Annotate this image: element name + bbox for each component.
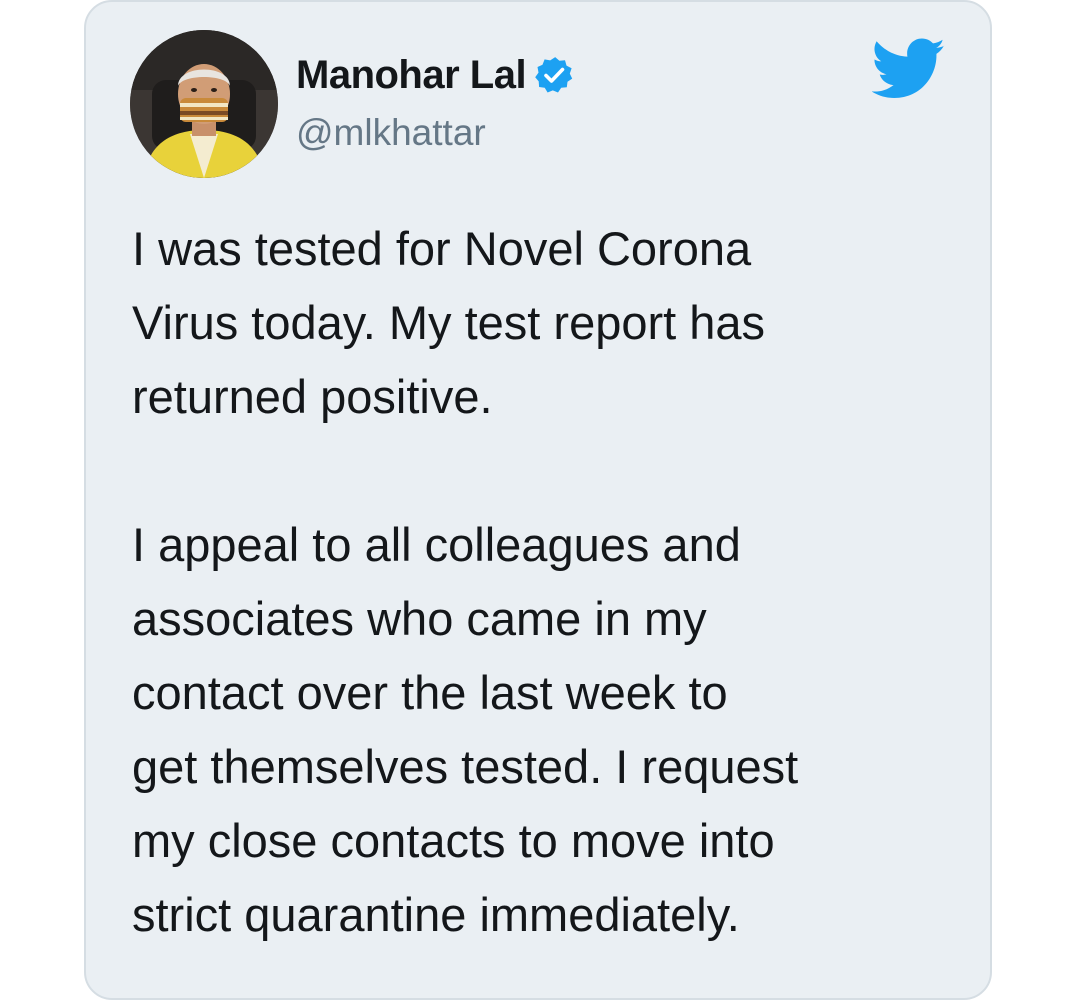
- avatar-photo-icon: [130, 30, 278, 178]
- author-name-row[interactable]: Manohar Lal: [296, 52, 574, 98]
- tweet-paragraph: I was tested for Novel Corona Virus toda…: [132, 222, 766, 423]
- twitter-bird-icon[interactable]: [871, 38, 946, 100]
- author-handle[interactable]: @mlkhattar: [296, 112, 486, 154]
- author-name[interactable]: Manohar Lal: [296, 53, 527, 98]
- tweet-body: I was tested for Novel Corona Virus toda…: [132, 212, 962, 952]
- tweet-paragraph: I appeal to all colleagues and associate…: [132, 518, 799, 941]
- author-avatar[interactable]: [130, 30, 278, 178]
- verified-badge-icon: [534, 55, 574, 95]
